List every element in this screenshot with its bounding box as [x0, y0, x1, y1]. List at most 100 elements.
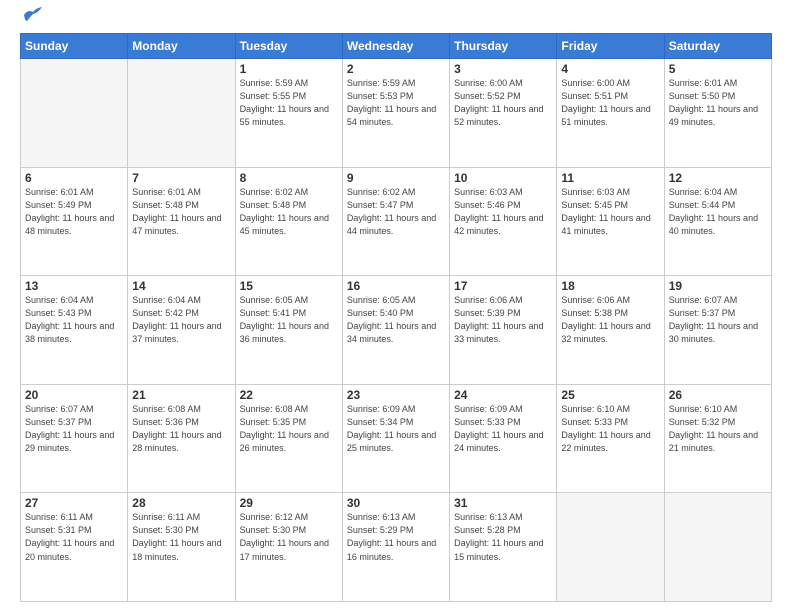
calendar-day-cell: 10Sunrise: 6:03 AMSunset: 5:46 PMDayligh…	[450, 167, 557, 276]
day-info: Sunrise: 6:10 AMSunset: 5:32 PMDaylight:…	[669, 403, 767, 455]
weekday-header: Tuesday	[235, 34, 342, 59]
day-info: Sunrise: 6:05 AMSunset: 5:41 PMDaylight:…	[240, 294, 338, 346]
day-info: Sunrise: 6:06 AMSunset: 5:38 PMDaylight:…	[561, 294, 659, 346]
day-info: Sunrise: 6:01 AMSunset: 5:48 PMDaylight:…	[132, 186, 230, 238]
page: SundayMondayTuesdayWednesdayThursdayFrid…	[0, 0, 792, 612]
calendar-day-cell: 3Sunrise: 6:00 AMSunset: 5:52 PMDaylight…	[450, 59, 557, 168]
day-info: Sunrise: 6:01 AMSunset: 5:49 PMDaylight:…	[25, 186, 123, 238]
logo-name	[20, 15, 44, 23]
calendar-day-cell: 4Sunrise: 6:00 AMSunset: 5:51 PMDaylight…	[557, 59, 664, 168]
calendar-day-cell	[21, 59, 128, 168]
day-number: 1	[240, 62, 338, 76]
day-number: 23	[347, 388, 445, 402]
day-info: Sunrise: 6:11 AMSunset: 5:31 PMDaylight:…	[25, 511, 123, 563]
calendar-week-row: 27Sunrise: 6:11 AMSunset: 5:31 PMDayligh…	[21, 493, 772, 602]
calendar-day-cell	[664, 493, 771, 602]
day-info: Sunrise: 6:13 AMSunset: 5:29 PMDaylight:…	[347, 511, 445, 563]
calendar-day-cell: 12Sunrise: 6:04 AMSunset: 5:44 PMDayligh…	[664, 167, 771, 276]
weekday-header: Friday	[557, 34, 664, 59]
calendar-day-cell	[557, 493, 664, 602]
day-number: 29	[240, 496, 338, 510]
day-number: 3	[454, 62, 552, 76]
calendar-day-cell: 9Sunrise: 6:02 AMSunset: 5:47 PMDaylight…	[342, 167, 449, 276]
calendar-day-cell	[128, 59, 235, 168]
calendar-day-cell: 1Sunrise: 5:59 AMSunset: 5:55 PMDaylight…	[235, 59, 342, 168]
day-number: 4	[561, 62, 659, 76]
calendar-day-cell: 24Sunrise: 6:09 AMSunset: 5:33 PMDayligh…	[450, 384, 557, 493]
calendar-day-cell: 17Sunrise: 6:06 AMSunset: 5:39 PMDayligh…	[450, 276, 557, 385]
day-number: 14	[132, 279, 230, 293]
calendar-day-cell: 26Sunrise: 6:10 AMSunset: 5:32 PMDayligh…	[664, 384, 771, 493]
day-number: 27	[25, 496, 123, 510]
calendar-day-cell: 30Sunrise: 6:13 AMSunset: 5:29 PMDayligh…	[342, 493, 449, 602]
day-number: 7	[132, 171, 230, 185]
calendar-day-cell: 15Sunrise: 6:05 AMSunset: 5:41 PMDayligh…	[235, 276, 342, 385]
calendar-day-cell: 8Sunrise: 6:02 AMSunset: 5:48 PMDaylight…	[235, 167, 342, 276]
calendar-day-cell: 5Sunrise: 6:01 AMSunset: 5:50 PMDaylight…	[664, 59, 771, 168]
calendar-day-cell: 28Sunrise: 6:11 AMSunset: 5:30 PMDayligh…	[128, 493, 235, 602]
day-info: Sunrise: 6:04 AMSunset: 5:44 PMDaylight:…	[669, 186, 767, 238]
calendar-day-cell: 21Sunrise: 6:08 AMSunset: 5:36 PMDayligh…	[128, 384, 235, 493]
calendar-day-cell: 29Sunrise: 6:12 AMSunset: 5:30 PMDayligh…	[235, 493, 342, 602]
day-info: Sunrise: 6:02 AMSunset: 5:48 PMDaylight:…	[240, 186, 338, 238]
day-number: 11	[561, 171, 659, 185]
day-info: Sunrise: 6:02 AMSunset: 5:47 PMDaylight:…	[347, 186, 445, 238]
calendar-day-cell: 11Sunrise: 6:03 AMSunset: 5:45 PMDayligh…	[557, 167, 664, 276]
weekday-header: Monday	[128, 34, 235, 59]
day-info: Sunrise: 6:04 AMSunset: 5:42 PMDaylight:…	[132, 294, 230, 346]
calendar-week-row: 20Sunrise: 6:07 AMSunset: 5:37 PMDayligh…	[21, 384, 772, 493]
calendar-week-row: 6Sunrise: 6:01 AMSunset: 5:49 PMDaylight…	[21, 167, 772, 276]
day-number: 21	[132, 388, 230, 402]
day-number: 12	[669, 171, 767, 185]
day-number: 28	[132, 496, 230, 510]
calendar-day-cell: 7Sunrise: 6:01 AMSunset: 5:48 PMDaylight…	[128, 167, 235, 276]
calendar-table: SundayMondayTuesdayWednesdayThursdayFrid…	[20, 33, 772, 602]
header	[20, 15, 772, 23]
calendar-day-cell: 31Sunrise: 6:13 AMSunset: 5:28 PMDayligh…	[450, 493, 557, 602]
day-info: Sunrise: 6:04 AMSunset: 5:43 PMDaylight:…	[25, 294, 123, 346]
day-number: 13	[25, 279, 123, 293]
logo	[20, 15, 44, 23]
calendar-day-cell: 14Sunrise: 6:04 AMSunset: 5:42 PMDayligh…	[128, 276, 235, 385]
day-number: 22	[240, 388, 338, 402]
calendar-day-cell: 18Sunrise: 6:06 AMSunset: 5:38 PMDayligh…	[557, 276, 664, 385]
day-info: Sunrise: 5:59 AMSunset: 5:53 PMDaylight:…	[347, 77, 445, 129]
calendar-week-row: 1Sunrise: 5:59 AMSunset: 5:55 PMDaylight…	[21, 59, 772, 168]
day-number: 24	[454, 388, 552, 402]
day-number: 25	[561, 388, 659, 402]
day-info: Sunrise: 6:01 AMSunset: 5:50 PMDaylight:…	[669, 77, 767, 129]
day-info: Sunrise: 6:12 AMSunset: 5:30 PMDaylight:…	[240, 511, 338, 563]
day-number: 5	[669, 62, 767, 76]
day-number: 17	[454, 279, 552, 293]
calendar-day-cell: 16Sunrise: 6:05 AMSunset: 5:40 PMDayligh…	[342, 276, 449, 385]
day-number: 6	[25, 171, 123, 185]
day-info: Sunrise: 6:09 AMSunset: 5:34 PMDaylight:…	[347, 403, 445, 455]
calendar-day-cell: 22Sunrise: 6:08 AMSunset: 5:35 PMDayligh…	[235, 384, 342, 493]
day-info: Sunrise: 6:00 AMSunset: 5:51 PMDaylight:…	[561, 77, 659, 129]
day-number: 19	[669, 279, 767, 293]
weekday-header: Thursday	[450, 34, 557, 59]
day-number: 31	[454, 496, 552, 510]
day-number: 30	[347, 496, 445, 510]
day-number: 15	[240, 279, 338, 293]
calendar-day-cell: 23Sunrise: 6:09 AMSunset: 5:34 PMDayligh…	[342, 384, 449, 493]
day-number: 8	[240, 171, 338, 185]
day-info: Sunrise: 6:09 AMSunset: 5:33 PMDaylight:…	[454, 403, 552, 455]
day-number: 9	[347, 171, 445, 185]
day-info: Sunrise: 6:08 AMSunset: 5:36 PMDaylight:…	[132, 403, 230, 455]
day-number: 16	[347, 279, 445, 293]
day-info: Sunrise: 5:59 AMSunset: 5:55 PMDaylight:…	[240, 77, 338, 129]
day-number: 20	[25, 388, 123, 402]
day-number: 18	[561, 279, 659, 293]
calendar-day-cell: 2Sunrise: 5:59 AMSunset: 5:53 PMDaylight…	[342, 59, 449, 168]
day-number: 26	[669, 388, 767, 402]
weekday-header: Saturday	[664, 34, 771, 59]
calendar-day-cell: 6Sunrise: 6:01 AMSunset: 5:49 PMDaylight…	[21, 167, 128, 276]
day-info: Sunrise: 6:08 AMSunset: 5:35 PMDaylight:…	[240, 403, 338, 455]
day-info: Sunrise: 6:07 AMSunset: 5:37 PMDaylight:…	[669, 294, 767, 346]
calendar-day-cell: 20Sunrise: 6:07 AMSunset: 5:37 PMDayligh…	[21, 384, 128, 493]
weekday-header: Wednesday	[342, 34, 449, 59]
day-info: Sunrise: 6:03 AMSunset: 5:46 PMDaylight:…	[454, 186, 552, 238]
calendar-week-row: 13Sunrise: 6:04 AMSunset: 5:43 PMDayligh…	[21, 276, 772, 385]
day-info: Sunrise: 6:06 AMSunset: 5:39 PMDaylight:…	[454, 294, 552, 346]
